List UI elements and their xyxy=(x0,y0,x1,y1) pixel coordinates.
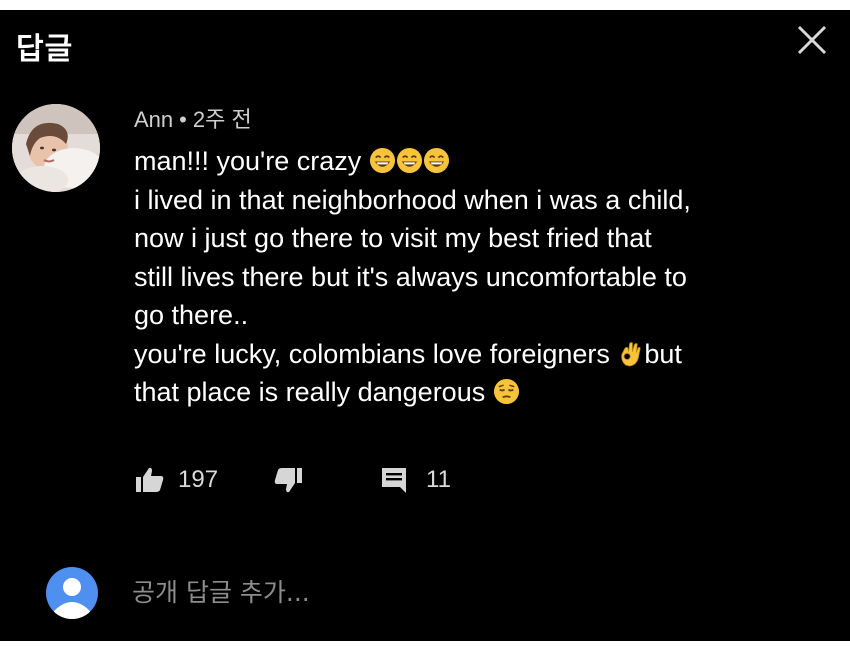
comment-text: you're lucky, colombians love foreigners xyxy=(134,338,618,369)
my-avatar xyxy=(46,567,98,619)
comment-time: 2주 전 xyxy=(192,107,252,132)
comment-meta: Ann • 2주 전 xyxy=(134,106,834,142)
comment-line: now i just go there to visit my best fri… xyxy=(134,223,652,253)
comment-line: man!!! you're crazy xyxy=(134,142,834,181)
thumbs-down-icon xyxy=(274,468,302,493)
reply-count: 11 xyxy=(426,466,451,493)
panel-title: 답글 xyxy=(16,32,74,67)
author-name[interactable]: Ann xyxy=(134,107,173,132)
avatar[interactable] xyxy=(12,104,100,192)
comment-text: but xyxy=(644,338,682,369)
close-button[interactable] xyxy=(792,20,832,60)
comment-line: that place is really dangerous xyxy=(134,373,834,412)
reply-input[interactable] xyxy=(132,573,792,611)
dislike-button[interactable] xyxy=(272,460,304,500)
comment-line: you're lucky, colombians love foreigners… xyxy=(134,335,834,374)
comment-actions: 197 11 xyxy=(134,460,534,500)
comment-text: man!!! you're crazy xyxy=(134,146,369,176)
reply-composer xyxy=(46,563,826,619)
grinning-sweat-emoji xyxy=(396,147,422,174)
pensive-emoji xyxy=(493,378,519,405)
comment: Ann • 2주 전 man!!! you're crazy i lived in … xyxy=(134,106,834,412)
ok-hand-emoji xyxy=(621,341,641,366)
person-icon xyxy=(54,578,90,619)
grinning-sweat-emoji xyxy=(423,147,449,174)
like-button[interactable]: 197 xyxy=(134,460,218,500)
grinning-sweat-emoji xyxy=(369,147,395,174)
comment-line: go there.. xyxy=(134,300,249,330)
like-count: 197 xyxy=(178,466,219,493)
comment-icon xyxy=(382,468,406,493)
reply-panel: 답글 Ann • 2주 전 man!!! you're crazy i lived … xyxy=(0,10,850,641)
close-icon xyxy=(797,25,827,55)
reply-count-button[interactable]: 11 xyxy=(380,460,451,500)
avatar-photo xyxy=(12,104,100,192)
comment-line: still lives there but it's always uncomf… xyxy=(134,261,687,292)
thumbs-up-icon xyxy=(136,467,164,492)
comment-text: that place is really dangerous xyxy=(134,377,493,407)
meta-separator: • xyxy=(179,107,187,132)
comment-line: i lived in that neighborhood when i was … xyxy=(134,184,691,215)
